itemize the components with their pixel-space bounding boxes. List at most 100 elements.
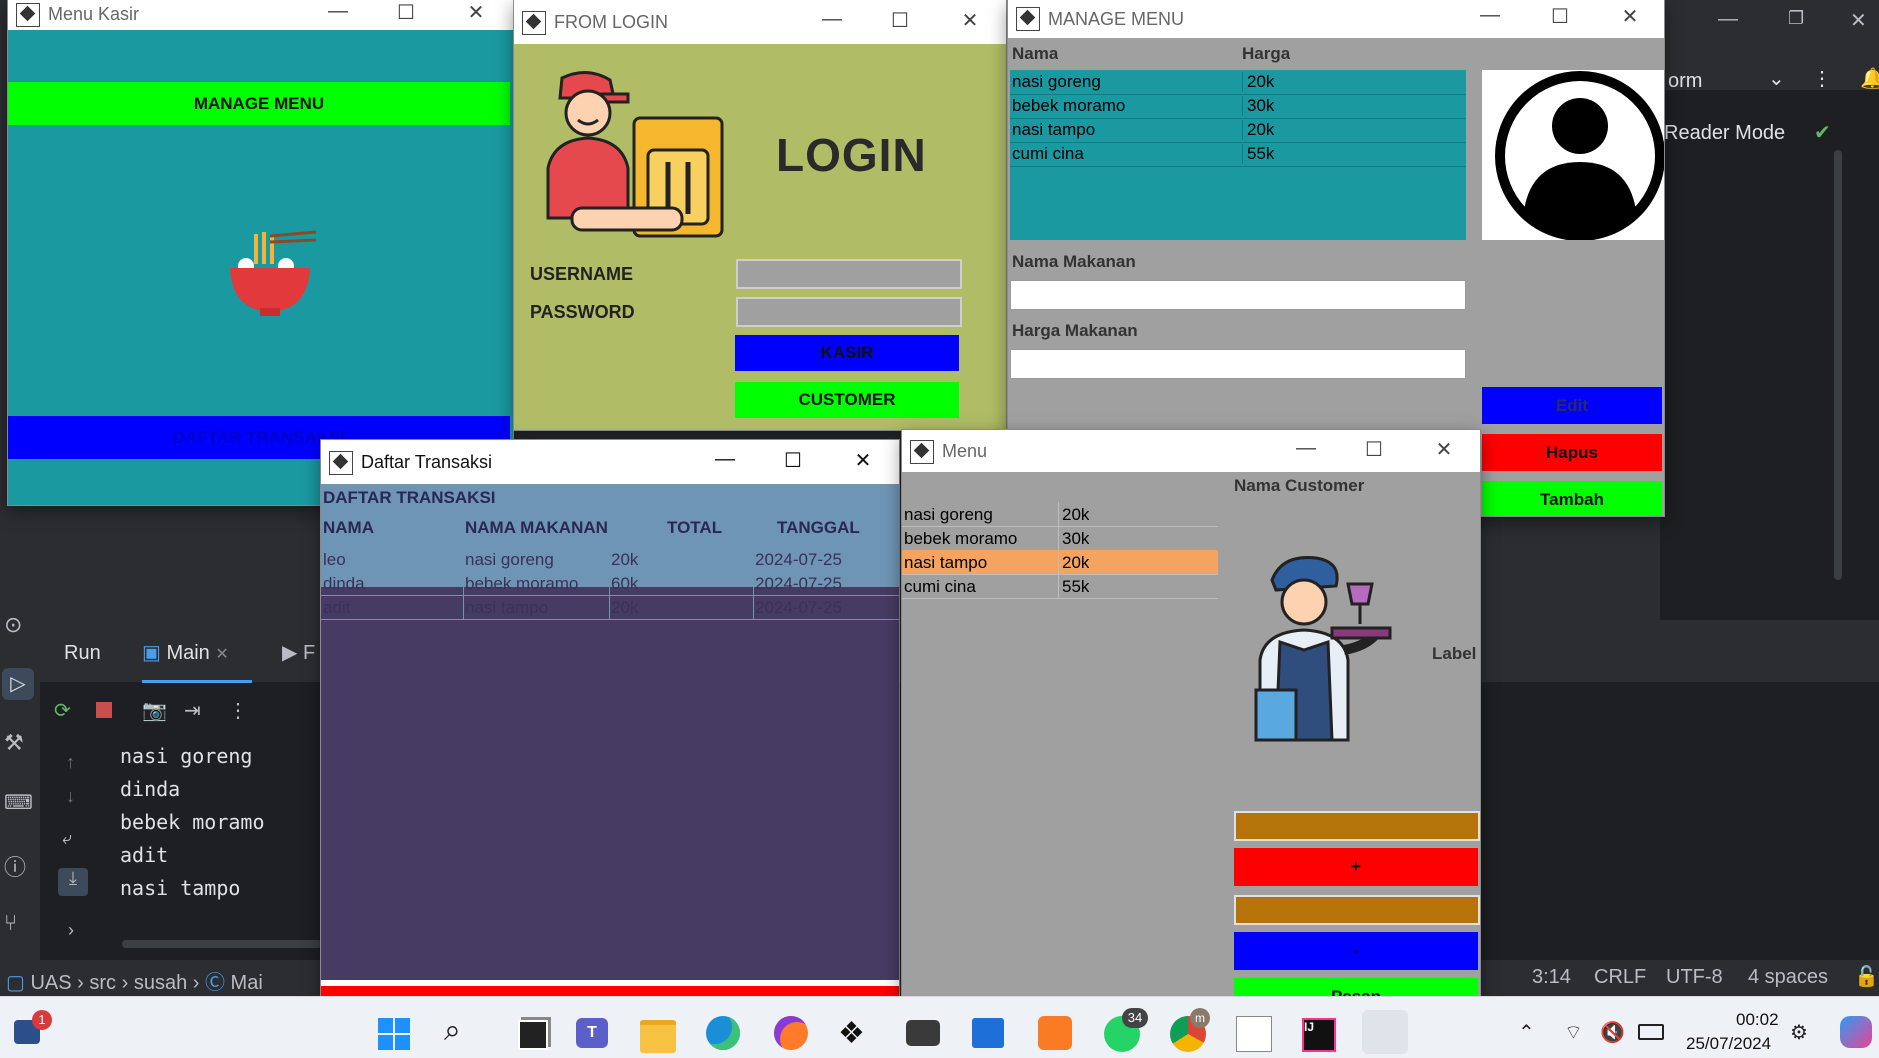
table-header-nama[interactable]: Nama [1012,44,1058,64]
table-row[interactable]: bebek moramo 30k [1010,94,1466,119]
password-field[interactable] [736,297,962,327]
minimize-icon[interactable]: — [820,8,844,31]
teams-icon[interactable]: T [576,1018,608,1048]
table-row[interactable]: nasi tampo 20k [1010,118,1466,143]
username-field[interactable] [736,259,962,289]
scroll-end-icon[interactable]: ⤓ [58,868,88,896]
close-icon[interactable]: ✕ [1432,437,1456,462]
java-taskbar-icon-active[interactable] [1362,1010,1408,1054]
harga-makanan-input[interactable] [1010,349,1466,379]
table-header-harga[interactable]: Harga [1242,44,1290,64]
bell-icon[interactable]: 🔔 [1860,66,1879,91]
console-hscrollbar[interactable] [122,940,322,948]
intellij-icon[interactable]: IJ [1302,1018,1336,1052]
lock-icon[interactable]: 🔓 [1854,964,1879,989]
status-line-separator[interactable]: CRLF [1594,966,1646,989]
close-icon[interactable]: ✕ [464,0,488,25]
focus-assist-icon[interactable]: ⚙ [1790,1020,1808,1045]
table-header-tanggal[interactable]: TANGGAL [777,518,860,538]
table-row[interactable]: nasi goreng 20k [902,502,1218,527]
manage-menu-titlebar[interactable]: MANAGE MENU — ☐ ✕ [1008,0,1664,38]
services-icon[interactable]: ⊙ [4,612,22,638]
dropbox-icon[interactable]: ❖ [838,1016,865,1051]
menu-titlebar[interactable]: Menu — ☐ ✕ [902,430,1480,472]
breadcrumb-item[interactable]: susah [134,972,187,994]
table-row[interactable]: adit nasi tampo 20k 2024-07-25 [321,595,899,620]
more-actions-icon[interactable]: ⋮ [228,698,248,723]
scroll-down-icon[interactable]: ↓ [66,786,75,807]
run-tool-icon[interactable]: ▷ [2,668,34,700]
close-icon[interactable]: ✕ [851,448,875,473]
maximize-icon[interactable]: ☐ [1548,4,1572,29]
plus-button[interactable]: + [1234,848,1478,886]
table-header-total[interactable]: TOTAL [667,518,722,538]
expand-icon[interactable]: › [68,920,74,941]
more-icon[interactable]: ⋮ [1812,66,1832,91]
rerun-icon[interactable]: ⟳ [54,698,71,723]
maximize-icon[interactable]: ☐ [394,0,418,25]
copilot-icon[interactable] [1840,1016,1872,1048]
file-explorer-icon[interactable] [640,1020,676,1053]
minimize-icon[interactable]: — [1478,4,1502,27]
table-row[interactable]: bebek moramo 30k [902,526,1218,551]
main-tab[interactable]: ▣ Main ✕ [142,640,229,665]
table-row[interactable]: cumi cina 55k [902,574,1218,599]
table-row[interactable]: nasi goreng 20k [1010,70,1466,95]
windows-start-icon[interactable] [376,1016,412,1052]
ide-win-close[interactable]: ✕ [1850,8,1867,33]
git-icon[interactable]: ⑂ [4,910,17,936]
next-tab-fragment[interactable]: ▶ F [282,640,315,665]
terminal-icon[interactable]: ⌨ [4,790,33,815]
task-view-icon[interactable] [518,1020,548,1050]
ide-win-minimize[interactable]: — [1718,8,1738,31]
store-icon[interactable] [972,1018,1004,1048]
login-titlebar[interactable]: FROM LOGIN — ☐ ✕ [514,0,1006,44]
chevron-up-icon[interactable]: ⌃ [1518,1020,1535,1045]
ide-win-restore[interactable]: ❐ [1788,8,1804,29]
table-row-selected[interactable]: nasi tampo 20k [902,550,1218,575]
quantity-field[interactable] [1234,895,1480,925]
maximize-icon[interactable]: ☐ [888,8,912,33]
search-icon[interactable]: ⌕ [444,1014,461,1048]
breadcrumb-item[interactable]: Mai [231,972,263,994]
clock-time[interactable]: 00:02 [1736,1010,1779,1030]
problems-icon[interactable]: ⓘ [4,850,26,882]
xampp-icon[interactable] [1038,1016,1072,1050]
run-tab-label[interactable]: Run [64,642,101,665]
editor-scrollbar[interactable] [1834,150,1842,580]
status-indent[interactable]: 4 spaces [1748,966,1828,989]
transaksi-table[interactable]: leo nasi goreng 20k 2024-07-25 dinda beb… [321,547,899,620]
stop-icon[interactable] [96,702,112,718]
java-taskbar-icon[interactable] [1236,1016,1272,1052]
status-encoding[interactable]: UTF-8 [1666,966,1723,989]
camera-icon[interactable]: 📷 [142,698,167,723]
nama-makanan-input[interactable] [1010,280,1466,310]
edit-button[interactable]: Edit [1482,387,1662,424]
customer-button[interactable]: CUSTOMER [735,382,959,418]
maximize-icon[interactable]: ☐ [781,448,805,473]
wrap-icon[interactable]: ⤶ [62,828,72,849]
minimize-icon[interactable]: — [326,0,350,23]
chevron-down-icon[interactable]: ⌄ [1768,66,1785,91]
maximize-icon[interactable]: ☐ [1362,437,1386,462]
close-icon[interactable]: ✕ [958,8,982,33]
table-row[interactable]: cumi cina 55k [1010,142,1466,167]
scroll-up-icon[interactable]: ↑ [66,752,75,773]
customer-menu-table[interactable]: nasi goreng 20k bebek moramo 30k nasi ta… [902,502,1218,599]
battery-icon[interactable] [1638,1024,1664,1040]
menu-kasir-titlebar[interactable]: Menu Kasir — ☐ ✕ [8,0,513,30]
breadcrumb-item[interactable]: src [89,972,116,994]
daftar-titlebar[interactable]: Daftar Transaksi — ☐ ✕ [321,440,899,484]
exit-icon[interactable]: ⇥ [184,698,201,723]
tambah-button[interactable]: Tambah [1482,481,1662,516]
table-row[interactable]: dinda bebek moramo 60k 2024-07-25 [321,571,899,596]
close-icon[interactable]: ✕ [1618,4,1642,29]
minus-button[interactable]: - [1234,932,1478,970]
table-header-nama[interactable]: NAMA [323,518,374,538]
clock-date[interactable]: 25/07/2024 [1686,1034,1771,1054]
table-row[interactable]: leo nasi goreng 20k 2024-07-25 [321,547,899,572]
build-icon[interactable]: ⚒ [4,730,24,756]
hapus-button[interactable]: Hapus [1482,434,1662,471]
reader-mode-label[interactable]: Reader Mode [1664,122,1785,145]
kasir-button[interactable]: KASIR [735,335,959,371]
